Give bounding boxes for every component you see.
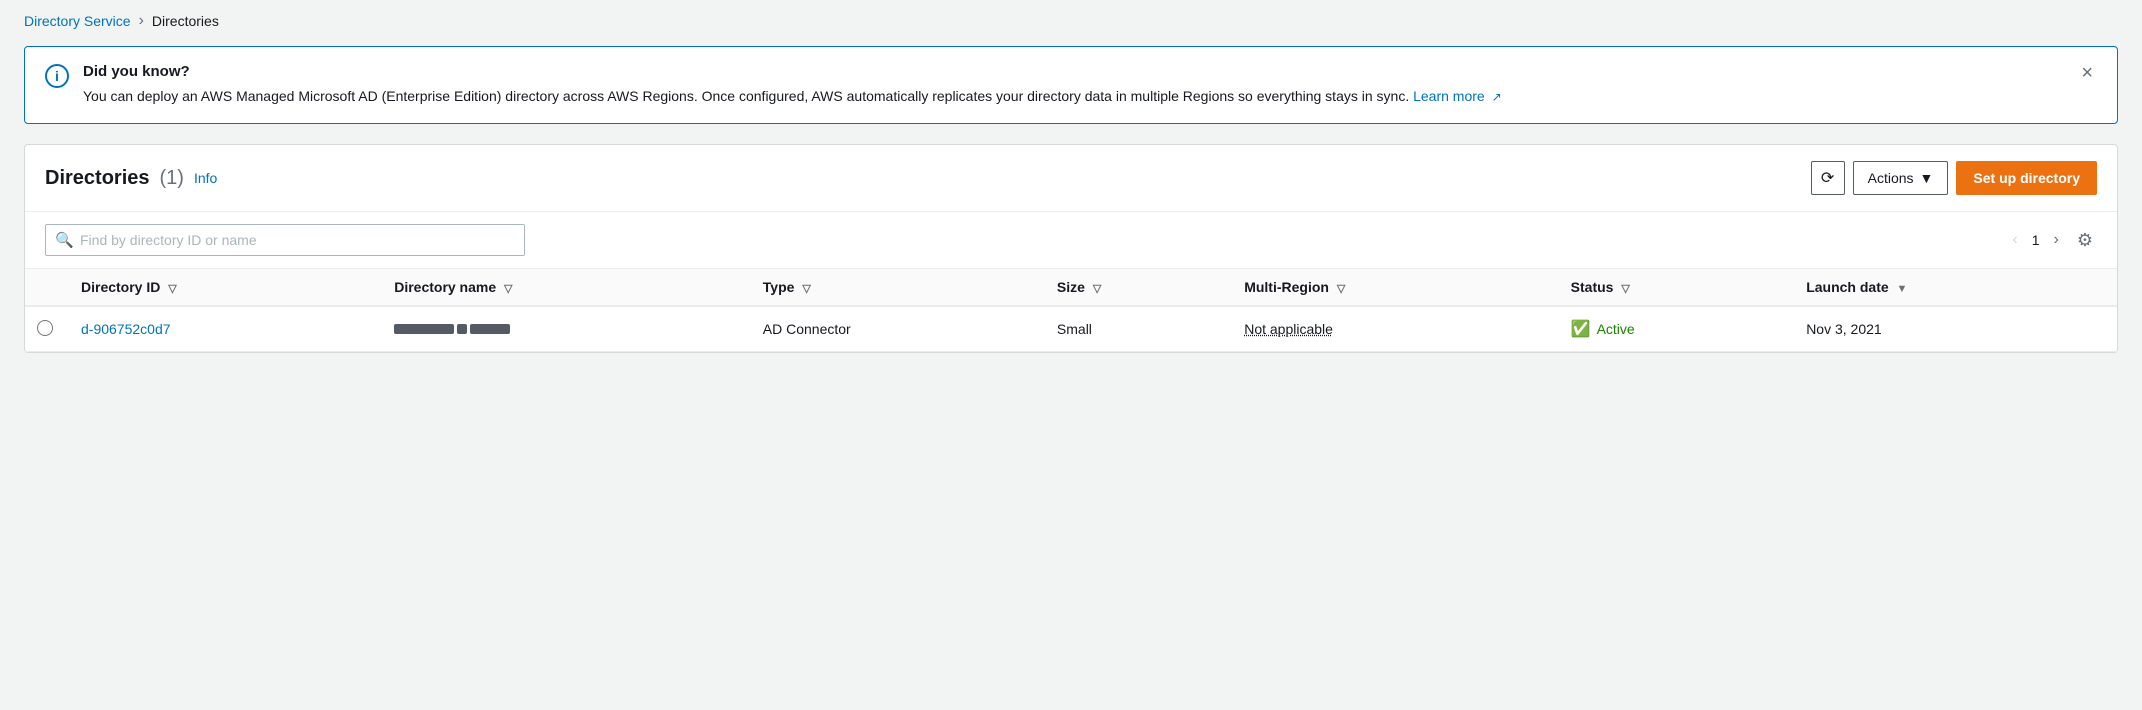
learn-more-link[interactable]: Learn more ↗: [1413, 88, 1502, 104]
redacted-name: [394, 324, 510, 334]
cell-directory-name: [378, 306, 747, 352]
sort-icon-directory-id: ▽: [168, 283, 176, 295]
banner-close-button[interactable]: ×: [2077, 63, 2097, 83]
banner-text: You can deploy an AWS Managed Microsoft …: [83, 86, 2063, 107]
cell-size: Small: [1041, 306, 1228, 352]
cell-status: ✅ Active: [1555, 306, 1791, 352]
pagination-area: ‹ 1 › ⚙: [2006, 226, 2097, 255]
status-active: ✅ Active: [1571, 319, 1775, 339]
header-actions: ⟳ Actions ▼ Set up directory: [1811, 161, 2097, 195]
th-size[interactable]: Size ▽: [1041, 269, 1228, 306]
search-input[interactable]: [45, 224, 525, 256]
sort-icon-size: ▽: [1093, 283, 1101, 295]
cell-type: AD Connector: [747, 306, 1041, 352]
breadcrumb-service-link[interactable]: Directory Service: [24, 13, 131, 29]
sort-icon-type: ▽: [802, 283, 810, 295]
actions-arrow-icon: ▼: [1920, 170, 1934, 186]
sort-icon-launch-date: ▼: [1897, 283, 1908, 295]
setup-directory-button[interactable]: Set up directory: [1956, 161, 2097, 195]
info-banner: i Did you know? You can deploy an AWS Ma…: [24, 46, 2118, 124]
cell-directory-id: d-906752c0d7: [65, 306, 378, 352]
table-header-row: Directory ID ▽ Directory name ▽ Type ▽: [25, 269, 2117, 306]
card-header: Directories (1) Info ⟳ Actions ▼ Set up …: [25, 145, 2117, 212]
banner-content: Did you know? You can deploy an AWS Mana…: [83, 63, 2063, 107]
breadcrumb-current: Directories: [152, 13, 219, 29]
card-title-area: Directories (1) Info: [45, 167, 217, 190]
search-area: 🔍 ‹ 1 › ⚙: [25, 212, 2117, 269]
banner-title: Did you know?: [83, 63, 2063, 80]
th-status[interactable]: Status ▽: [1555, 269, 1791, 306]
status-check-icon: ✅: [1571, 319, 1591, 339]
th-multi-region[interactable]: Multi-Region ▽: [1228, 269, 1554, 306]
multi-region-value: Not applicable: [1244, 321, 1333, 337]
search-icon: 🔍: [55, 231, 74, 249]
directories-card: Directories (1) Info ⟳ Actions ▼ Set up …: [24, 144, 2118, 353]
th-checkbox: [25, 269, 65, 306]
sort-icon-directory-name: ▽: [504, 283, 512, 295]
status-label: Active: [1597, 321, 1635, 337]
sort-icon-status: ▽: [1621, 283, 1629, 295]
directories-table: Directory ID ▽ Directory name ▽ Type ▽: [25, 269, 2117, 352]
pagination-current: 1: [2032, 232, 2040, 248]
th-directory-id[interactable]: Directory ID ▽: [65, 269, 378, 306]
breadcrumb-separator: ›: [139, 12, 144, 30]
th-launch-date[interactable]: Launch date ▼: [1790, 269, 2117, 306]
redacted-bar-3: [470, 324, 510, 334]
info-icon: i: [45, 64, 69, 94]
actions-button[interactable]: Actions ▼: [1853, 161, 1949, 195]
card-title: Directories: [45, 167, 150, 190]
card-count: (1): [160, 167, 184, 190]
svg-text:i: i: [55, 68, 59, 84]
table-wrapper: Directory ID ▽ Directory name ▽ Type ▽: [25, 269, 2117, 352]
info-link[interactable]: Info: [194, 170, 217, 186]
directory-id-link[interactable]: d-906752c0d7: [81, 321, 171, 337]
refresh-button[interactable]: ⟳: [1811, 161, 1845, 195]
search-wrapper: 🔍: [45, 224, 525, 256]
actions-label: Actions: [1868, 170, 1914, 186]
pagination-next-button[interactable]: ›: [2048, 227, 2065, 253]
chevron-left-icon: ‹: [2012, 231, 2017, 248]
th-directory-name[interactable]: Directory name ▽: [378, 269, 747, 306]
refresh-icon: ⟳: [1821, 168, 1834, 188]
cell-launch-date: Nov 3, 2021: [1790, 306, 2117, 352]
row-checkbox-cell: [25, 306, 65, 352]
redacted-bar-2: [457, 324, 467, 334]
sort-icon-multi-region: ▽: [1337, 283, 1345, 295]
cell-multi-region: Not applicable: [1228, 306, 1554, 352]
th-type[interactable]: Type ▽: [747, 269, 1041, 306]
external-link-icon: ↗: [1492, 90, 1502, 104]
pagination-prev-button[interactable]: ‹: [2006, 227, 2023, 253]
redacted-bar-1: [394, 324, 454, 334]
breadcrumb: Directory Service › Directories: [24, 12, 2118, 30]
table-settings-button[interactable]: ⚙: [2073, 226, 2097, 255]
chevron-right-icon: ›: [2054, 231, 2059, 248]
table-row: d-906752c0d7 AD Connector Small: [25, 306, 2117, 352]
row-radio[interactable]: [37, 320, 53, 336]
gear-icon: ⚙: [2077, 230, 2093, 250]
